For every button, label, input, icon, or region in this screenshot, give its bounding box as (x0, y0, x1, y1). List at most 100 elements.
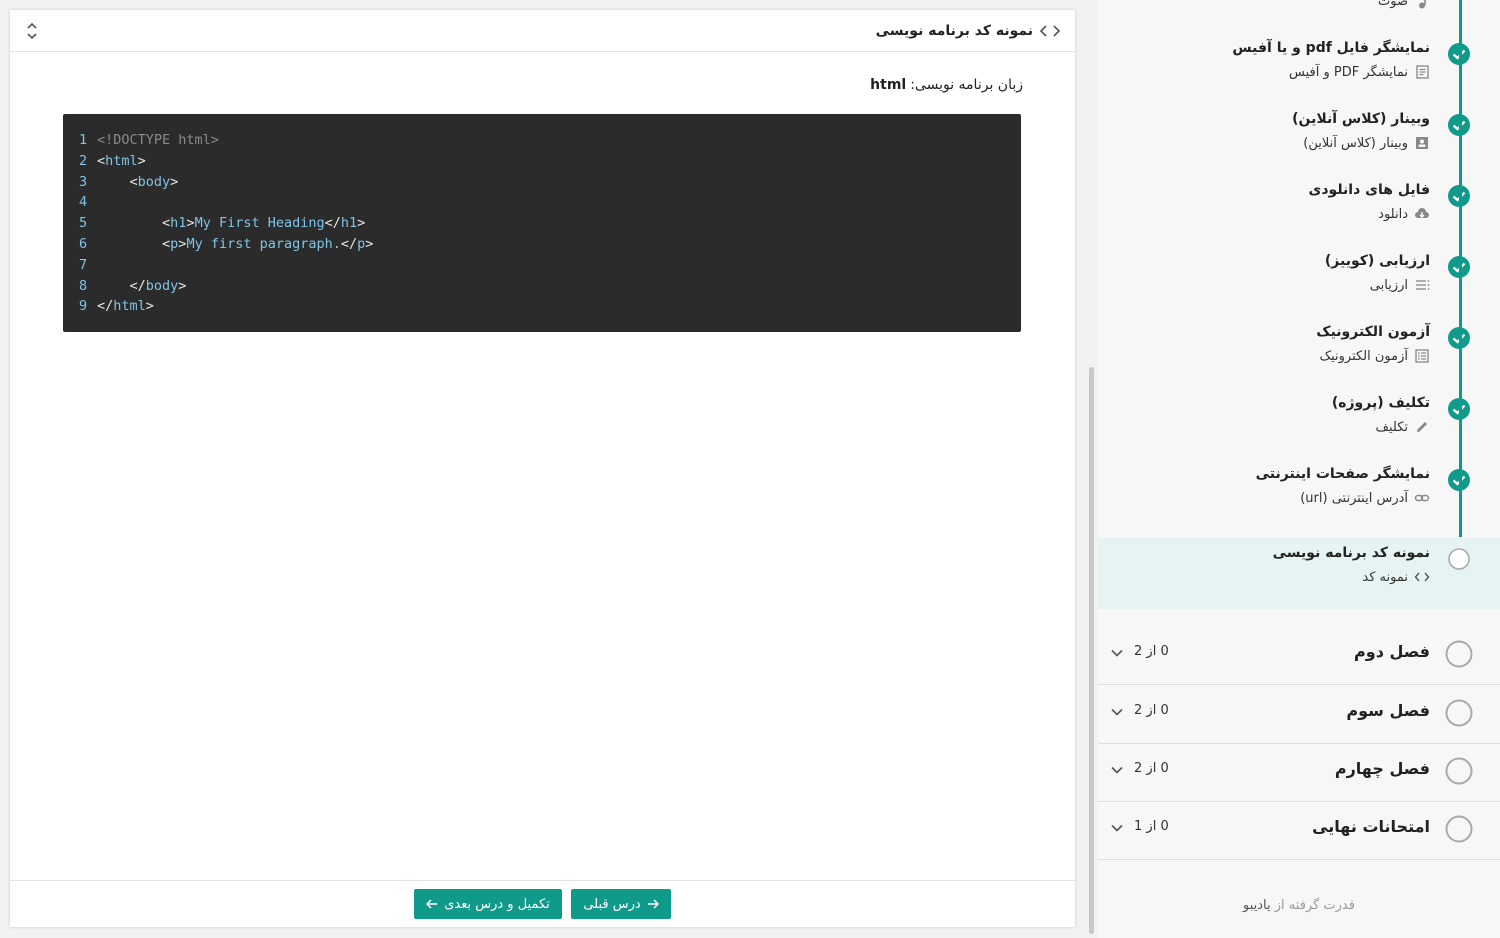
link-icon (1414, 494, 1430, 502)
music-note-icon (1419, 0, 1426, 9)
code-token: > (145, 298, 154, 315)
section-progress-circle-icon (1445, 815, 1473, 843)
code-token: > (170, 173, 179, 190)
lesson-type-label: تکلیف (1375, 419, 1408, 435)
course-outline-sidebar: قدرت گرفته از یادیبو صوت نمایشگر فایل pdf… (1098, 0, 1500, 938)
checklist-icon (1416, 280, 1430, 290)
code-line: 3 <body> (79, 172, 1021, 193)
lesson-type-label: وبینار (کلاس آنلاین) (1303, 135, 1408, 151)
code-token: html (113, 298, 146, 315)
code-text: <h1>My First Heading</h1> (97, 213, 365, 234)
section-title: فصل سوم (1346, 701, 1430, 720)
line-number: 3 (79, 173, 88, 190)
lesson-item[interactable]: آزمون الکترونیک آزمون الکترونیک (1098, 317, 1500, 388)
lesson-item[interactable]: صوت (1098, 0, 1500, 33)
line-number: 1 (79, 132, 88, 148)
line-number: 7 (79, 256, 88, 273)
chevron-down-icon[interactable] (1110, 821, 1124, 835)
lesson-type: صوت (1378, 0, 1430, 9)
previous-lesson-label: درس قبلی (583, 896, 641, 912)
section-progress-circle-icon (1445, 757, 1473, 785)
code-text: <p>My first paragraph.</p> (97, 234, 373, 255)
lesson-item[interactable]: ارزیابی (کوییز) ارزیابی (1098, 246, 1500, 317)
complete-next-lesson-label: تکمیل و درس بعدی (444, 896, 550, 912)
course-section[interactable]: فصل چهارم 0 از 2 (1098, 743, 1500, 802)
code-icon (1039, 25, 1061, 37)
chevron-down-icon[interactable] (1110, 705, 1124, 719)
lesson-item[interactable]: نمایشگر صفحات اینترنتی آدرس اینترنتی (url… (1098, 459, 1500, 530)
lesson-type: نمونه کد (1362, 569, 1430, 585)
previous-lesson-button[interactable]: درس قبلی (571, 889, 671, 919)
lesson-type-label: ارزیابی (1369, 277, 1408, 293)
code-icon (1414, 572, 1430, 582)
pencil-icon (1417, 422, 1427, 432)
code-line: 2 <html> (79, 151, 1021, 172)
lesson-content-panel: نمونه کد برنامه نویسی زبان برنامه نویسی:… (10, 10, 1075, 927)
chevron-down-icon[interactable] (1110, 646, 1124, 660)
lesson-item[interactable]: نمونه کد برنامه نویسی نمونه کد (1098, 538, 1500, 609)
lesson-type: دانلود (1378, 206, 1430, 222)
line-number: 9 (79, 298, 88, 315)
lesson-title: نمونه کد برنامه نویسی (1272, 545, 1430, 561)
code-token: </ (340, 235, 358, 252)
course-section[interactable]: فصل سوم 0 از 2 (1098, 685, 1500, 744)
expand-collapse-icon[interactable] (24, 20, 40, 42)
lesson-title: نمایشگر فایل pdf و یا آفیس (1232, 40, 1430, 56)
lesson-type-label: دانلود (1378, 206, 1408, 222)
document-icon (1416, 65, 1429, 79)
section-progress-count: 0 از 2 (1134, 761, 1169, 776)
line-number: 4 (79, 194, 88, 211)
page-scrollbar-thumb[interactable] (1089, 367, 1094, 934)
powered-by: قدرت گرفته از یادیبو (1098, 898, 1500, 913)
lesson-nav-footer: درس قبلی تکمیل و درس بعدی (10, 880, 1075, 927)
code-sample-block: 1 <!DOCTYPE html> 2 <html> 3 <body> 4 5 <h1>My… (63, 114, 1021, 332)
line-number: 8 (79, 277, 88, 294)
section-progress-circle-icon (1445, 699, 1473, 727)
code-token: h1 (340, 215, 358, 232)
code-token: h1 (170, 215, 187, 232)
code-token: </ (324, 215, 341, 232)
language-row: زبان برنامه نویسی:html (870, 77, 1023, 93)
cloud-download-icon (1415, 208, 1429, 218)
line-number: 6 (79, 235, 88, 252)
course-section[interactable]: امتحانات نهایی 0 از 1 (1098, 801, 1500, 860)
contact-card-icon (1416, 137, 1428, 149)
code-line: 8 </body> (79, 276, 1021, 297)
code-token: html (105, 152, 138, 169)
course-section[interactable]: فصل دوم 0 از 2 (1098, 626, 1500, 685)
chevron-down-icon[interactable] (1110, 763, 1124, 777)
code-token: body (137, 173, 171, 190)
powered-by-brand[interactable]: یادیبو (1243, 898, 1271, 913)
lesson-item[interactable]: وبینار (کلاس آنلاین) وبینار (کلاس آنلاین) (1098, 104, 1500, 175)
code-text: </html> (97, 296, 154, 317)
section-title: امتحانات نهایی (1312, 817, 1430, 836)
line-number: 2 (79, 152, 88, 169)
section-progress-count: 0 از 2 (1134, 703, 1169, 718)
code-token: </ (97, 277, 146, 294)
code-token: < (97, 152, 106, 169)
complete-next-lesson-button[interactable]: تکمیل و درس بعدی (414, 889, 562, 919)
lesson-item[interactable]: فایل های دانلودی دانلود (1098, 175, 1500, 246)
language-label: زبان برنامه نویسی: (910, 77, 1023, 93)
code-text: <body> (97, 172, 179, 193)
line-number: 5 (79, 215, 88, 232)
code-token: > (178, 277, 187, 294)
lesson-type-label: نمونه کد (1362, 569, 1408, 585)
arrow-left-icon (426, 899, 438, 909)
code-line: 4 (79, 192, 1021, 213)
lesson-type: وبینار (کلاس آنلاین) (1303, 135, 1430, 151)
lesson-item[interactable]: نمایشگر فایل pdf و یا آفیس نمایشگر PDF و … (1098, 33, 1500, 104)
code-line: 5 <h1>My First Heading</h1> (79, 213, 1021, 234)
code-token: body (145, 277, 179, 294)
code-line: 7 (79, 255, 1021, 276)
lesson-title: آزمون الکترونیک (1316, 324, 1430, 340)
powered-by-prefix: قدرت گرفته از (1274, 898, 1355, 913)
section-title: فصل دوم (1354, 642, 1430, 661)
lesson-item[interactable]: تکلیف (پروژه) تکلیف (1098, 388, 1500, 459)
list-box-icon (1415, 349, 1429, 363)
code-line: 6 <p>My first paragraph.</p> (79, 234, 1021, 255)
lesson-type: ارزیابی (1370, 277, 1430, 293)
code-token: > (186, 215, 195, 232)
lesson-title: تکلیف (پروژه) (1331, 395, 1430, 411)
lesson-title: فایل های دانلودی (1308, 182, 1430, 198)
